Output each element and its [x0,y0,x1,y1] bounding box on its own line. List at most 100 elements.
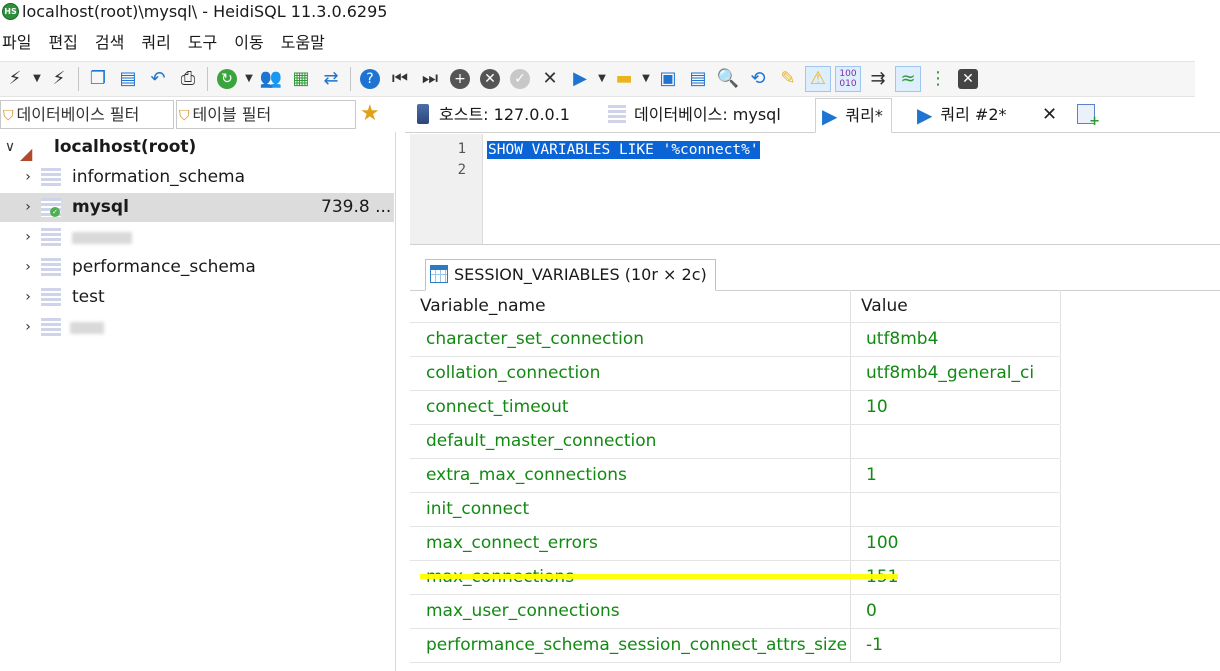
table-row[interactable]: max_user_connections 0 [410,595,1061,629]
session-dropdown-icon[interactable]: ▼ [31,66,43,92]
table-row[interactable]: default_master_connection [410,425,1061,459]
line-separator-icon[interactable]: ⋮ [925,66,951,92]
tree-db-node-obscured[interactable]: › [0,223,394,252]
new-query-tab-icon[interactable] [1077,104,1100,129]
first-record-icon[interactable]: ⏮ [387,66,413,92]
binary-mode-icon[interactable]: 100 010 [835,66,861,92]
line-number: 1 [457,141,466,157]
menu-search[interactable]: 검색 [93,31,133,55]
copy-icon[interactable]: ❐ [85,66,111,92]
menu-go-to[interactable]: 이동 [232,31,272,55]
export-csv-icon[interactable]: ▦ [288,66,314,92]
save-snippet-icon[interactable]: ▤ [685,66,711,92]
grid-cell[interactable] [851,595,1061,628]
last-record-icon[interactable]: ⏭ [417,66,443,92]
user-manager-icon[interactable]: 👥 [258,66,284,92]
insert-record-icon[interactable]: + [447,66,473,92]
stop-on-errors-icon[interactable]: ⚠ [805,66,831,92]
variable-name: character_set_connection [426,329,645,349]
filter-icon: ⛉ [3,108,14,124]
save-icon[interactable]: ▣ [655,66,681,92]
favorites-star-icon[interactable]: ★ [360,100,380,127]
menu-file[interactable]: 파일 [0,31,40,55]
table-row[interactable]: extra_max_connections 1 [410,459,1061,493]
variable-name: max_user_connections [426,601,620,621]
tab-query[interactable]: ▶ 쿼리* [815,98,892,133]
filter-bar: ⛉ 데이터베이스 필터 ⛉ 테이블 필터 ★ [0,98,395,130]
tree-server-node[interactable]: ∨ ◢ localhost(root) [0,133,394,163]
menu-query[interactable]: 쿼리 [139,31,179,55]
execute-dropdown-icon[interactable]: ▼ [596,66,608,92]
transfer-icon[interactable]: ⇄ [318,66,344,92]
table-row[interactable]: max_connect_errors 100 [410,527,1061,561]
result-tab-session-variables[interactable]: SESSION_VARIABLES (10r × 2c) [425,259,716,291]
variable-value: 1 [866,465,877,485]
grid-cell[interactable] [851,493,1061,526]
database-tree: ∨ ◢ localhost(root) › information_schema… [0,132,396,671]
variable-name: default_master_connection [426,431,657,451]
table-row[interactable]: character_set_connection utf8mb4 [410,323,1061,357]
refresh-icon[interactable]: ↻ [214,66,240,92]
post-record-icon[interactable]: ✓ [507,66,533,92]
variable-value: -1 [866,635,883,655]
chevron-right-icon[interactable]: › [21,283,35,312]
chevron-right-icon[interactable]: › [21,313,35,342]
table-row[interactable]: connect_timeout 10 [410,391,1061,425]
chevron-right-icon[interactable]: › [21,223,35,252]
toolbar-separator [207,67,208,91]
menu-edit[interactable]: 편집 [46,31,86,55]
session-manager-icon[interactable]: ⚡ [2,66,28,92]
database-filter-input[interactable]: ⛉ 데이터베이스 필터 [0,100,174,129]
disconnect-icon[interactable]: ⚡ [46,66,72,92]
table-row[interactable]: performance_schema_session_connect_attrs… [410,629,1061,663]
server-icon [417,104,429,124]
chevron-down-icon[interactable]: ∨ [3,133,17,162]
sql-editor[interactable]: 1 2 SHOW VARIABLES LIKE '%connect%' [410,134,1220,245]
line-number-gutter: 1 2 [410,134,483,244]
paste-icon[interactable]: ▤ [115,66,141,92]
column-header-label: Variable_name [420,296,546,316]
table-row[interactable]: init_connect [410,493,1061,527]
chevron-right-icon[interactable]: › [21,163,35,192]
table-filter-input[interactable]: ⛉ 테이블 필터 [176,100,356,129]
execute-query-icon[interactable]: ▶ [567,66,593,92]
tab-database[interactable]: 데이터베이스: mysql [608,98,781,131]
find-icon[interactable]: 🔍 [715,66,741,92]
tab-query-2[interactable]: ▶ 쿼리 #2* [917,98,1007,131]
format-sql-icon[interactable]: ✎ [775,66,801,92]
line-number: 2 [457,162,466,178]
highlight-annotation [420,574,898,579]
word-wrap-icon[interactable]: ⇉ [865,66,891,92]
tree-db-node[interactable]: › performance_schema [0,253,394,282]
open-file-icon[interactable]: ▬ [611,66,637,92]
heidisql-window: HS localhost(root)\mysql\ - HeidiSQL 11.… [0,0,1220,671]
tree-db-node-selected[interactable]: › ✓ mysql 739.8 ... [0,193,394,222]
exit-icon[interactable]: ✕ [955,66,981,92]
chevron-right-icon[interactable]: › [21,193,35,222]
help-icon[interactable]: ? [357,66,383,92]
menu-help[interactable]: 도움말 [279,31,334,55]
variable-value: 100 [866,533,899,553]
delete-record-icon[interactable]: ✕ [477,66,503,92]
close-tab-icon[interactable]: ✕ [1042,98,1057,131]
tree-db-node-obscured[interactable]: › [0,313,394,342]
cancel-edit-icon[interactable]: ✕ [537,66,563,92]
print-icon[interactable]: ⎙ [175,66,201,92]
tree-db-node[interactable]: › test [0,283,394,312]
undo-icon[interactable]: ↶ [145,66,171,92]
chevron-right-icon[interactable]: › [21,253,35,282]
sync-icon[interactable]: ≈ [895,66,921,92]
grid-cell[interactable] [851,425,1061,458]
tab-host[interactable]: 호스트: 127.0.0.1 [417,98,570,131]
open-file-dropdown-icon[interactable]: ▼ [640,66,652,92]
tree-db-node[interactable]: › information_schema [0,163,394,192]
sql-code-line[interactable]: SHOW VARIABLES LIKE '%connect%' [487,141,760,159]
result-tab-bar: SESSION_VARIABLES (10r × 2c) [410,258,1220,291]
replace-icon[interactable]: ⟲ [745,66,771,92]
main-toolbar: ⚡ ▼ ⚡ ❐ ▤ ↶ ⎙ ↻ ▼ 👥 ▦ ⇄ ? ⏮ ⏭ + ✕ ✓ ✕ ▶ … [0,61,1195,97]
menu-tools[interactable]: 도구 [186,31,226,55]
grid-cell[interactable] [851,459,1061,492]
refresh-dropdown-icon[interactable]: ▼ [243,66,255,92]
play-icon: ▶ [917,103,933,127]
table-row[interactable]: collation_connection utf8mb4_general_ci [410,357,1061,391]
